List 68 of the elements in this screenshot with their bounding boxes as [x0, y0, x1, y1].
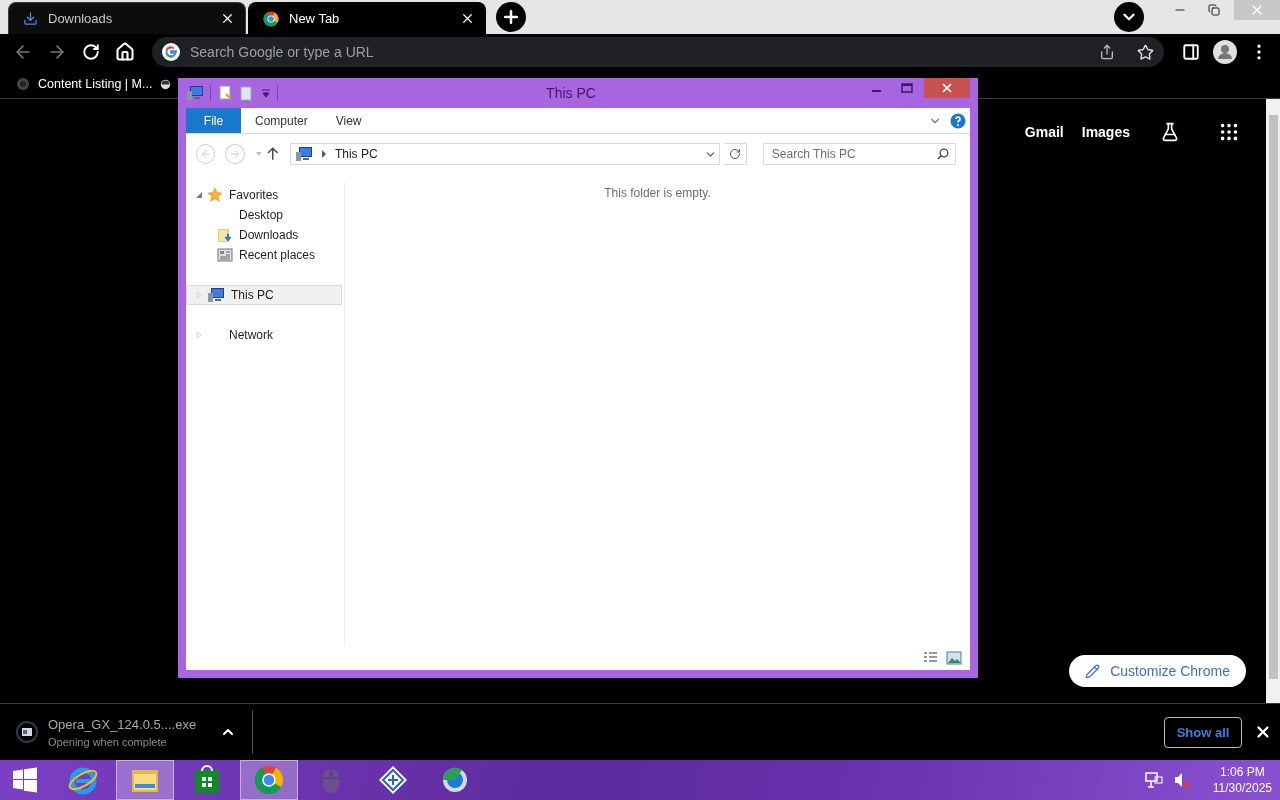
close-icon[interactable] [460, 11, 475, 26]
chrome-icon [254, 765, 284, 795]
download-icon [23, 11, 38, 26]
download-status: Opening when complete [48, 735, 168, 748]
close-button[interactable] [924, 78, 970, 98]
installer-icon [16, 721, 38, 743]
download-item[interactable]: Opera_GX_124.0.5....exe Opening when complete [16, 716, 236, 748]
search-icon [937, 148, 949, 160]
store-icon [192, 765, 222, 795]
windows-logo-icon [12, 767, 38, 793]
dropdown-icon[interactable] [261, 88, 271, 98]
clock[interactable]: 1:06 PM 11/30/2025 [1212, 765, 1272, 795]
search-box[interactable]: Search This PC [762, 143, 956, 165]
nav-item[interactable]: Desktop [186, 205, 342, 225]
properties-icon[interactable] [217, 85, 233, 101]
recent-places-icon [217, 247, 233, 263]
empty-folder-message: This folder is empty. [604, 186, 711, 202]
download-filename: Opera_GX_124.0.5....exe [48, 716, 197, 732]
expander-icon[interactable] [195, 191, 203, 199]
scrollbar[interactable] [1266, 99, 1280, 703]
globe-icon [440, 765, 470, 795]
bookmark-star-icon[interactable] [1137, 43, 1154, 61]
breadcrumb-arrow-icon [320, 150, 327, 158]
new-folder-icon[interactable] [239, 85, 255, 101]
window-icon [186, 85, 204, 101]
nav-item[interactable]: Network [186, 325, 342, 345]
profile-avatar[interactable] [1212, 39, 1238, 65]
chrome-icon [263, 10, 279, 27]
nav-item[interactable]: Downloads [186, 225, 342, 245]
favicon-icon [16, 77, 30, 91]
large-icons-view-icon[interactable] [946, 650, 962, 666]
google-icon [162, 43, 180, 61]
pencil-icon[interactable] [1085, 663, 1101, 679]
network-icon[interactable] [1144, 771, 1163, 789]
computer-icon [294, 146, 313, 162]
star-icon [207, 187, 223, 203]
close-icon[interactable] [1254, 723, 1272, 741]
address-field[interactable]: This PC [289, 143, 720, 165]
address-bar[interactable]: Search Google or type a URL [152, 37, 1164, 67]
header-link[interactable]: Gmail [1024, 124, 1064, 140]
show-all-button[interactable]: Show all [1164, 716, 1242, 748]
nav-item[interactable]: This PC [186, 285, 342, 305]
browser-tab[interactable]: New Tab [248, 2, 486, 34]
computer-icon [207, 287, 225, 303]
apps-grid-icon[interactable] [1218, 121, 1240, 143]
up-arrow-icon[interactable] [266, 147, 280, 161]
refresh-icon[interactable] [728, 148, 741, 160]
download-folder-icon [217, 227, 233, 243]
volume-muted-icon[interactable] [1172, 771, 1191, 789]
share-icon[interactable] [1099, 44, 1115, 60]
refresh-button[interactable] [723, 143, 747, 165]
nav-item[interactable]: Favorites [186, 185, 342, 205]
customize-chrome-button[interactable]: Customize Chrome [1069, 655, 1246, 687]
address-input[interactable]: Search Google or type a URL [188, 43, 1091, 61]
grid-app-icon [377, 764, 409, 796]
header-link[interactable]: Images [1081, 124, 1130, 140]
nav-item[interactable]: Recent places [186, 245, 342, 265]
maximize-icon[interactable] [901, 83, 913, 93]
flask-icon[interactable] [1160, 122, 1180, 142]
tab-search-button[interactable] [1114, 2, 1144, 32]
bookmark-link[interactable]: Content Listing | M... [16, 77, 153, 91]
restore-icon[interactable] [1208, 4, 1220, 16]
help-icon[interactable] [950, 112, 966, 129]
bookmark-icon[interactable] [160, 78, 172, 90]
close-icon[interactable] [220, 11, 235, 26]
browser-tab[interactable]: Downloads [8, 2, 246, 34]
ribbon-tab[interactable]: File [186, 108, 241, 133]
window-title: This PC [546, 85, 596, 101]
